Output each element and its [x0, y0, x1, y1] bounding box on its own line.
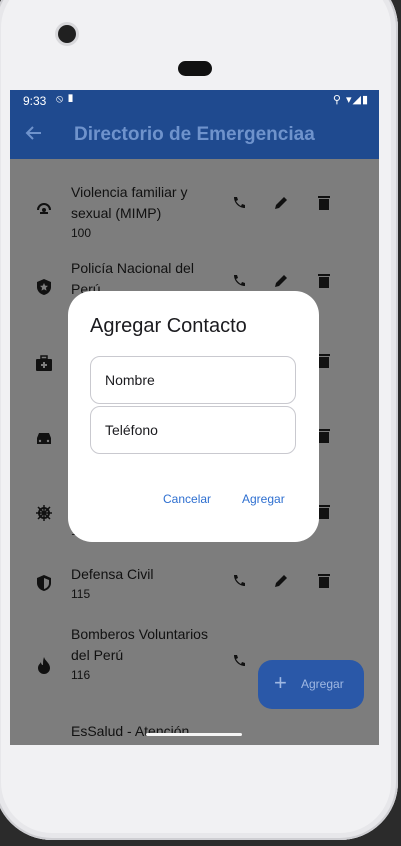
add-contact-dialog: Agregar Contacto Nombre Teléfono Cancela…	[68, 291, 319, 542]
ship-wheel-icon	[34, 504, 54, 524]
name-input-placeholder: Nombre	[105, 372, 155, 388]
front-camera	[58, 25, 76, 43]
home-indicator[interactable]	[146, 733, 242, 736]
list-item[interactable]: Violencia familiar y sexual (MIMP) 100	[10, 182, 379, 242]
contact-phone: 100	[71, 226, 92, 240]
delete-icon[interactable]	[313, 195, 335, 217]
fab-label: Agregar	[301, 677, 344, 691]
contact-name: Violencia familiar y sexual (MIMP)	[71, 184, 188, 221]
medical-kit-icon	[34, 354, 54, 374]
phone-icon[interactable]	[228, 653, 250, 675]
delete-icon[interactable]	[313, 273, 335, 295]
plus-icon: +	[274, 670, 287, 695]
phone-input[interactable]: Teléfono	[90, 406, 296, 454]
arrow-left-icon[interactable]	[24, 123, 46, 145]
add-contact-fab[interactable]: + Agregar	[258, 660, 364, 709]
cancel-button[interactable]: Cancelar	[163, 492, 211, 506]
support-icon	[34, 198, 54, 218]
phone-input-placeholder: Teléfono	[105, 422, 158, 438]
status-left-icons: ⦸ ▮	[56, 93, 75, 105]
car-icon	[34, 429, 54, 449]
edit-icon[interactable]	[270, 573, 292, 595]
contact-name: Defensa Civil	[71, 566, 154, 582]
earpiece-speaker	[178, 61, 212, 76]
status-time: 9:33	[23, 94, 47, 108]
phone-icon[interactable]	[228, 195, 250, 217]
contact-phone: 115	[71, 587, 91, 601]
status-bar: 9:33 ⦸ ▮ ⚲ ▾◢▮	[10, 90, 379, 112]
edit-icon[interactable]	[270, 195, 292, 217]
name-input[interactable]: Nombre	[90, 356, 296, 404]
phone-icon[interactable]	[228, 573, 250, 595]
contact-name: Bomberos Voluntarios del Perú	[71, 626, 208, 663]
page-title: Directorio de Emergenciaa	[74, 124, 315, 145]
status-right-icons: ⚲ ▾◢▮	[332, 94, 369, 106]
dialog-title: Agregar Contacto	[90, 315, 247, 337]
shield-star-icon	[34, 278, 54, 298]
add-button[interactable]: Agregar	[242, 492, 285, 506]
contact-phone: 116	[71, 668, 91, 682]
phone-frame: 9:33 ⦸ ▮ ⚲ ▾◢▮ Directorio de Emergenciaa…	[0, 0, 401, 846]
delete-icon[interactable]	[313, 573, 335, 595]
shield-half-icon	[34, 574, 54, 594]
app-bar: Directorio de Emergenciaa	[10, 112, 379, 159]
list-item[interactable]: Defensa Civil 115	[10, 564, 379, 608]
contact-name: EsSalud - Atención	[71, 723, 190, 739]
fire-icon	[34, 656, 54, 676]
